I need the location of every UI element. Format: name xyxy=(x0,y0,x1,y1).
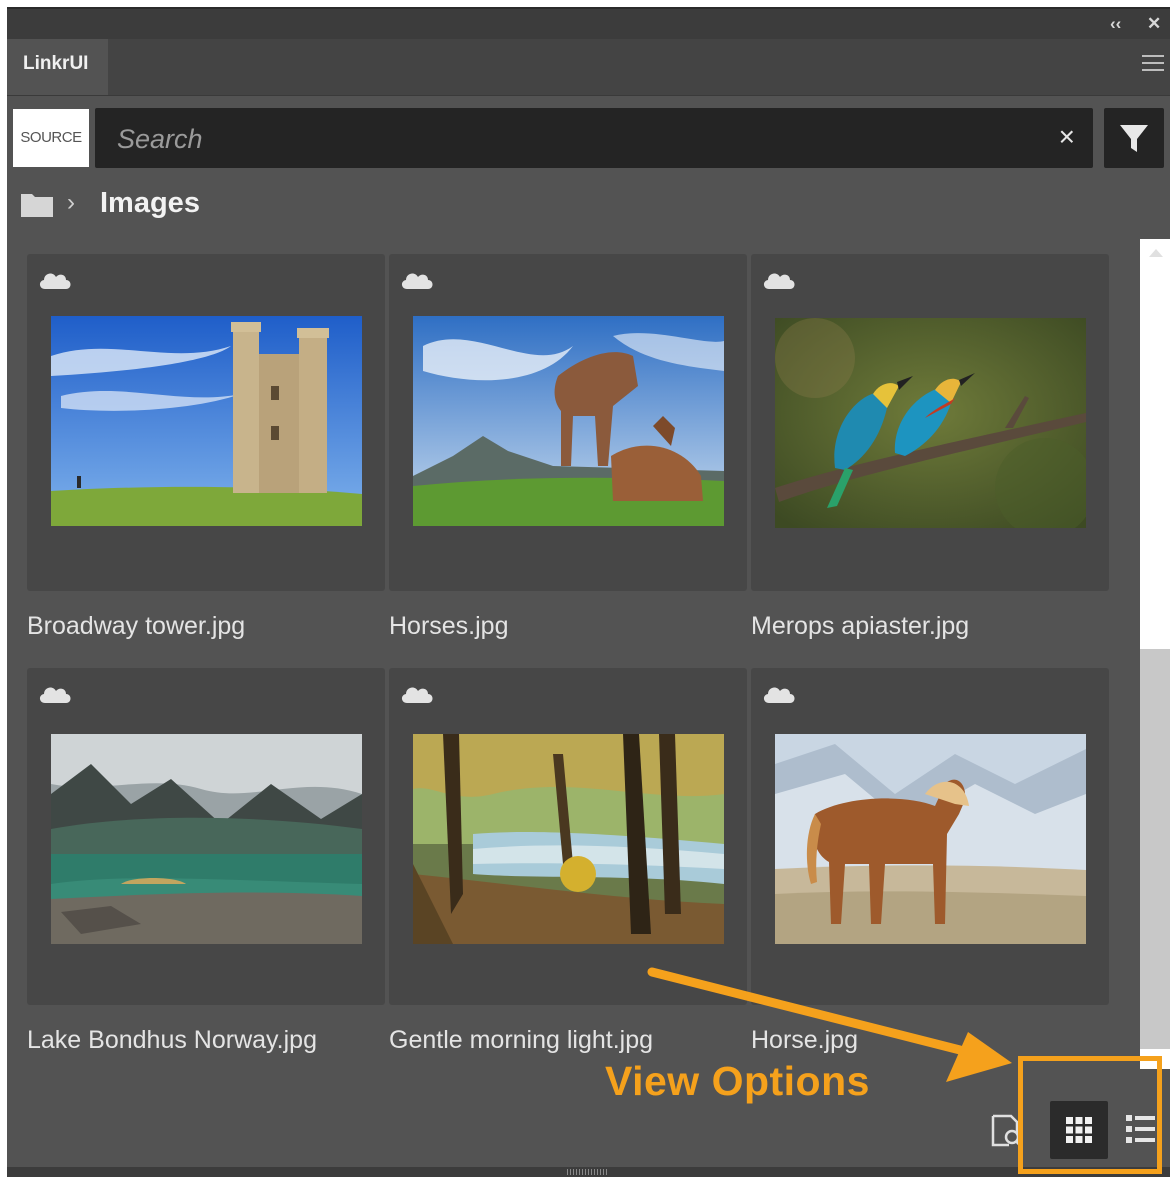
tab-linkrui[interactable]: LinkrUI xyxy=(7,39,108,95)
cloud-icon xyxy=(763,273,795,289)
asset-card[interactable] xyxy=(27,254,385,591)
resize-grip[interactable] xyxy=(567,1169,607,1175)
asset-filename: Lake Bondhus Norway.jpg xyxy=(27,1026,317,1054)
asset-filename: Broadway tower.jpg xyxy=(27,612,246,640)
asset-card[interactable] xyxy=(389,254,747,591)
view-options-highlight xyxy=(1018,1056,1162,1174)
asset-thumbnail xyxy=(51,316,362,526)
asset-filename: Merops apiaster.jpg xyxy=(751,612,970,640)
asset-filename: Horse.jpg xyxy=(751,1026,858,1054)
breadcrumb-current: Images xyxy=(100,187,200,219)
asset-thumbnail xyxy=(51,734,362,944)
filter-button[interactable] xyxy=(1104,108,1164,168)
asset-filename: Horses.jpg xyxy=(389,612,509,640)
linkr-panel: ‹‹ ✕ LinkrUI SOURCE × › Images xyxy=(7,7,1170,1177)
asset-thumbnail xyxy=(775,318,1086,528)
search-box: × xyxy=(95,108,1093,168)
asset-card[interactable] xyxy=(751,668,1109,1005)
filter-icon xyxy=(1120,125,1148,152)
tab-row: LinkrUI xyxy=(7,39,1170,96)
asset-filename: Gentle morning light.jpg xyxy=(389,1026,654,1054)
cloud-icon xyxy=(39,687,71,703)
scrollbar-thumb[interactable] xyxy=(1140,649,1170,1049)
search-input[interactable] xyxy=(115,118,1019,160)
close-icon[interactable]: ✕ xyxy=(1147,14,1161,34)
asset-thumbnail xyxy=(775,734,1086,944)
panel-title-bar: ‹‹ ✕ xyxy=(7,9,1170,39)
scroll-up-icon[interactable] xyxy=(1149,249,1163,257)
source-button[interactable]: SOURCE xyxy=(13,109,89,167)
close-icon[interactable]: × xyxy=(1059,122,1075,152)
view-options-annotation: View Options xyxy=(605,1058,870,1104)
cloud-icon xyxy=(401,687,433,703)
cloud-icon xyxy=(401,273,433,289)
breadcrumb-separator: › xyxy=(67,189,75,216)
asset-card[interactable] xyxy=(389,668,747,1005)
asset-thumbnail xyxy=(413,734,724,944)
collapse-icon[interactable]: ‹‹ xyxy=(1110,14,1121,34)
hamburger-icon[interactable] xyxy=(1142,55,1164,73)
folder-icon[interactable] xyxy=(21,191,53,217)
asset-card[interactable] xyxy=(751,254,1109,591)
cloud-icon xyxy=(39,273,71,289)
asset-card[interactable] xyxy=(27,668,385,1005)
cloud-icon xyxy=(763,687,795,703)
asset-thumbnail xyxy=(413,316,724,526)
